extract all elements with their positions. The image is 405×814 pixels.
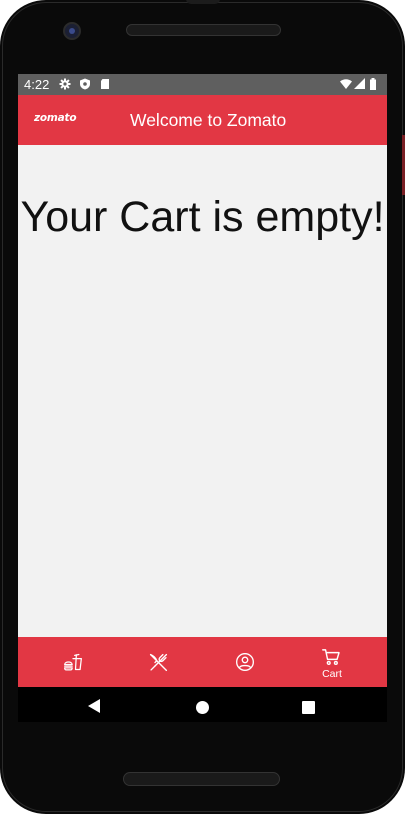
app-title: Welcome to Zomato xyxy=(130,110,287,130)
wifi-icon xyxy=(340,79,352,89)
settings-gear-icon xyxy=(59,78,71,90)
phone-frame: 4:22 zomato Welcome to Zomato Your Cart … xyxy=(0,0,405,814)
fork-knife-icon xyxy=(149,653,168,672)
cart-icon xyxy=(322,649,340,665)
nav-item-cart-label: Cart xyxy=(322,668,342,680)
zomato-logo: zomato xyxy=(34,112,77,124)
cart-content: Your Cart is empty! xyxy=(18,145,387,637)
account-circle-icon xyxy=(236,653,254,671)
system-navigation-bar xyxy=(18,687,387,722)
home-icon[interactable] xyxy=(196,701,209,714)
fast-food-icon xyxy=(64,653,82,671)
device-screen: 4:22 zomato Welcome to Zomato Your Cart … xyxy=(18,74,387,722)
bottom-navigation: Cart xyxy=(18,637,387,687)
sd-card-icon xyxy=(101,79,109,89)
nav-item-food[interactable] xyxy=(27,637,119,687)
status-bar: 4:22 xyxy=(18,74,387,95)
top-notch xyxy=(186,0,220,4)
nav-item-profile[interactable] xyxy=(201,637,293,687)
shield-icon xyxy=(80,78,90,90)
signal-icon xyxy=(354,78,365,89)
front-camera xyxy=(63,22,81,40)
bottom-speaker xyxy=(123,772,280,786)
battery-icon xyxy=(370,78,376,90)
earpiece-speaker xyxy=(126,24,281,36)
recents-icon[interactable] xyxy=(302,701,315,714)
nav-item-cart[interactable]: Cart xyxy=(286,637,378,687)
nav-item-restaurants[interactable] xyxy=(114,637,206,687)
app-bar: zomato Welcome to Zomato xyxy=(18,95,387,145)
status-time: 4:22 xyxy=(24,77,50,92)
empty-cart-message: Your Cart is empty! xyxy=(20,193,385,241)
back-icon[interactable] xyxy=(88,699,100,713)
